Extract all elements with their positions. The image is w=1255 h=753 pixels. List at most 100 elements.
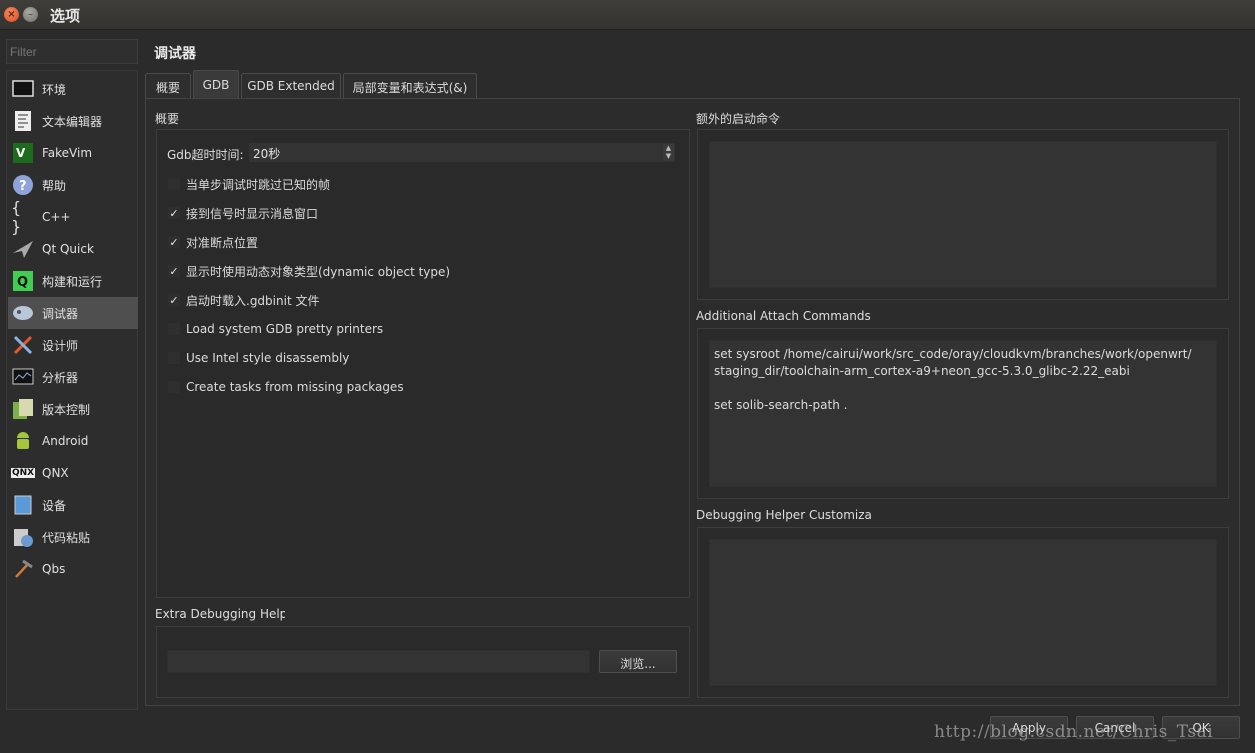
sidebar-item-label: Android xyxy=(42,434,89,448)
option-checkbox-row[interactable]: Create tasks from missing packages xyxy=(168,378,404,396)
extra-helpers-title: Extra Debugging Helpers xyxy=(155,607,285,621)
version-control-icon xyxy=(11,397,35,421)
option-checkbox-row[interactable]: ✓ 接到信号时显示消息窗口 xyxy=(168,204,318,222)
option-checkbox-row[interactable]: ✓ 对准断点位置 xyxy=(168,233,258,251)
code-paste-icon xyxy=(11,525,35,549)
startup-commands-title: 额外的启动命令 xyxy=(696,112,781,126)
checkbox-label: Use Intel style disassembly xyxy=(186,351,350,365)
sidebar-item[interactable]: QNX QNX xyxy=(8,457,138,489)
timeout-label: Gdb超时时间: xyxy=(167,148,244,162)
sidebar-item-label: Qbs xyxy=(42,562,66,576)
startup-commands-textarea[interactable] xyxy=(709,141,1217,288)
sidebar-item[interactable]: Q 构建和运行 xyxy=(8,265,138,297)
timeout-spinbox[interactable]: 20秒 ▲ ▼ xyxy=(248,142,676,163)
filter-input[interactable] xyxy=(6,39,138,64)
sidebar-item-label: 代码粘贴 xyxy=(42,530,91,545)
qt-quick-icon xyxy=(11,237,35,261)
sidebar-item-label: 设备 xyxy=(42,498,67,513)
sidebar-item[interactable]: 调试器 xyxy=(8,297,138,329)
fakevim-icon: V xyxy=(11,141,35,165)
sidebar-item-label: 帮助 xyxy=(42,178,67,193)
sidebar-item[interactable]: Qbs xyxy=(8,553,138,585)
attach-commands-textarea[interactable]: set sysroot /home/cairui/work/src_code/o… xyxy=(709,340,1217,487)
build-run-icon: Q xyxy=(11,269,35,293)
tab-locals-expressions[interactable]: 局部变量和表达式(&) xyxy=(343,73,477,99)
sidebar-item-label: C++ xyxy=(42,210,71,224)
watermark-text: http://blog.csdn.net/Chris_Tsai xyxy=(934,722,1214,742)
sidebar-item-label: 构建和运行 xyxy=(42,274,103,289)
option-checkbox-row[interactable]: ✓ 启动时载入.gdbinit 文件 xyxy=(168,291,319,309)
checkbox-label: 显示时使用动态对象类型(dynamic object type) xyxy=(186,264,451,279)
sidebar-item-label: 版本控制 xyxy=(42,402,91,417)
checkbox-label: 接到信号时显示消息窗口 xyxy=(186,206,319,221)
debugger-icon xyxy=(11,301,35,325)
sidebar-item[interactable]: Android xyxy=(8,425,138,457)
sidebar-item-label: QNX xyxy=(42,466,69,480)
helper-customization-textarea[interactable] xyxy=(709,539,1217,686)
sidebar-item-label: 分析器 xyxy=(42,370,79,385)
sidebar-item[interactable]: { } C++ xyxy=(8,198,138,236)
svg-text:?: ? xyxy=(19,179,27,194)
help-icon: ? xyxy=(11,173,35,197)
spin-arrows-icon[interactable]: ▲ ▼ xyxy=(663,144,674,161)
tab-gdb[interactable]: GDB xyxy=(193,70,239,99)
option-checkbox-row[interactable]: 当单步调试时跳过已知的帧 xyxy=(168,175,330,193)
monitor-icon xyxy=(11,77,35,101)
minimize-icon[interactable]: – xyxy=(23,7,38,22)
sidebar-item[interactable]: 分析器 xyxy=(8,361,138,393)
sidebar-item[interactable]: ? 帮助 xyxy=(8,169,138,201)
designer-icon xyxy=(11,333,35,357)
helper-customization-title: Debugging Helper Customization xyxy=(696,508,871,522)
browse-button[interactable]: 浏览... xyxy=(599,650,677,673)
checkbox-label: 当单步调试时跳过已知的帧 xyxy=(186,177,331,192)
checkbox[interactable]: ✓ xyxy=(168,236,180,248)
sidebar-item[interactable]: 环境 xyxy=(8,73,138,105)
tab-gdb-extended[interactable]: GDB Extended xyxy=(241,73,341,99)
sidebar-item-label: 环境 xyxy=(42,82,67,97)
sidebar-item[interactable]: 文本编辑器 xyxy=(8,105,138,137)
sidebar-item-label: 调试器 xyxy=(42,306,79,321)
sidebar-item-label: Qt Quick xyxy=(42,242,94,256)
sidebar-item[interactable]: 设备 xyxy=(8,489,138,521)
sidebar-item[interactable]: 设计师 xyxy=(8,329,138,361)
sidebar-item-label: 设计师 xyxy=(42,338,79,353)
braces-icon: { } xyxy=(11,198,22,236)
checkbox-label: Create tasks from missing packages xyxy=(186,380,404,394)
svg-text:Q: Q xyxy=(17,275,28,290)
tab-overview[interactable]: 概要 xyxy=(145,73,191,99)
checkbox-label: Load system GDB pretty printers xyxy=(186,322,384,336)
checkbox[interactable]: ✓ xyxy=(168,294,180,306)
option-checkbox-row[interactable]: Load system GDB pretty printers xyxy=(168,320,383,338)
general-group-title: 概要 xyxy=(155,112,180,126)
option-checkbox-row[interactable]: Use Intel style disassembly xyxy=(168,349,349,367)
page-title: 调试器 xyxy=(154,46,196,62)
checkbox-label: 启动时载入.gdbinit 文件 xyxy=(186,293,320,308)
qnx-icon: QNX xyxy=(10,468,36,478)
timeout-value: 20秒 xyxy=(253,147,281,161)
sidebar-item[interactable]: 版本控制 xyxy=(8,393,138,425)
checkbox[interactable] xyxy=(168,178,180,190)
attach-commands-title: Additional Attach Commands xyxy=(696,309,871,323)
helper-path-input[interactable] xyxy=(167,650,590,673)
checkbox[interactable] xyxy=(168,323,180,335)
close-icon[interactable]: × xyxy=(4,7,19,22)
qbs-icon xyxy=(11,557,35,581)
analyzer-icon xyxy=(11,365,35,389)
checkbox[interactable] xyxy=(168,381,180,393)
sidebar-item[interactable]: V FakeVim xyxy=(8,137,138,169)
checkbox-label: 对准断点位置 xyxy=(186,235,259,250)
checkbox[interactable]: ✓ xyxy=(168,265,180,277)
sidebar-item[interactable]: Qt Quick xyxy=(8,233,138,265)
svg-text:V: V xyxy=(16,146,26,160)
option-checkbox-row[interactable]: ✓ 显示时使用动态对象类型(dynamic object type) xyxy=(168,262,450,280)
device-icon xyxy=(11,493,35,517)
sidebar-item-label: 文本编辑器 xyxy=(42,114,103,129)
sidebar: 环境 文本编辑器 V FakeVim? 帮助 { } C++ Qt Quick Q 构建和运行 调试… xyxy=(6,70,138,710)
text-editor-icon xyxy=(11,109,35,133)
checkbox[interactable] xyxy=(168,352,180,364)
checkbox[interactable]: ✓ xyxy=(168,207,180,219)
android-icon xyxy=(11,429,35,453)
sidebar-item[interactable]: 代码粘贴 xyxy=(8,521,138,553)
sidebar-item-label: FakeVim xyxy=(42,146,93,160)
window-title: 选项 xyxy=(50,7,81,25)
